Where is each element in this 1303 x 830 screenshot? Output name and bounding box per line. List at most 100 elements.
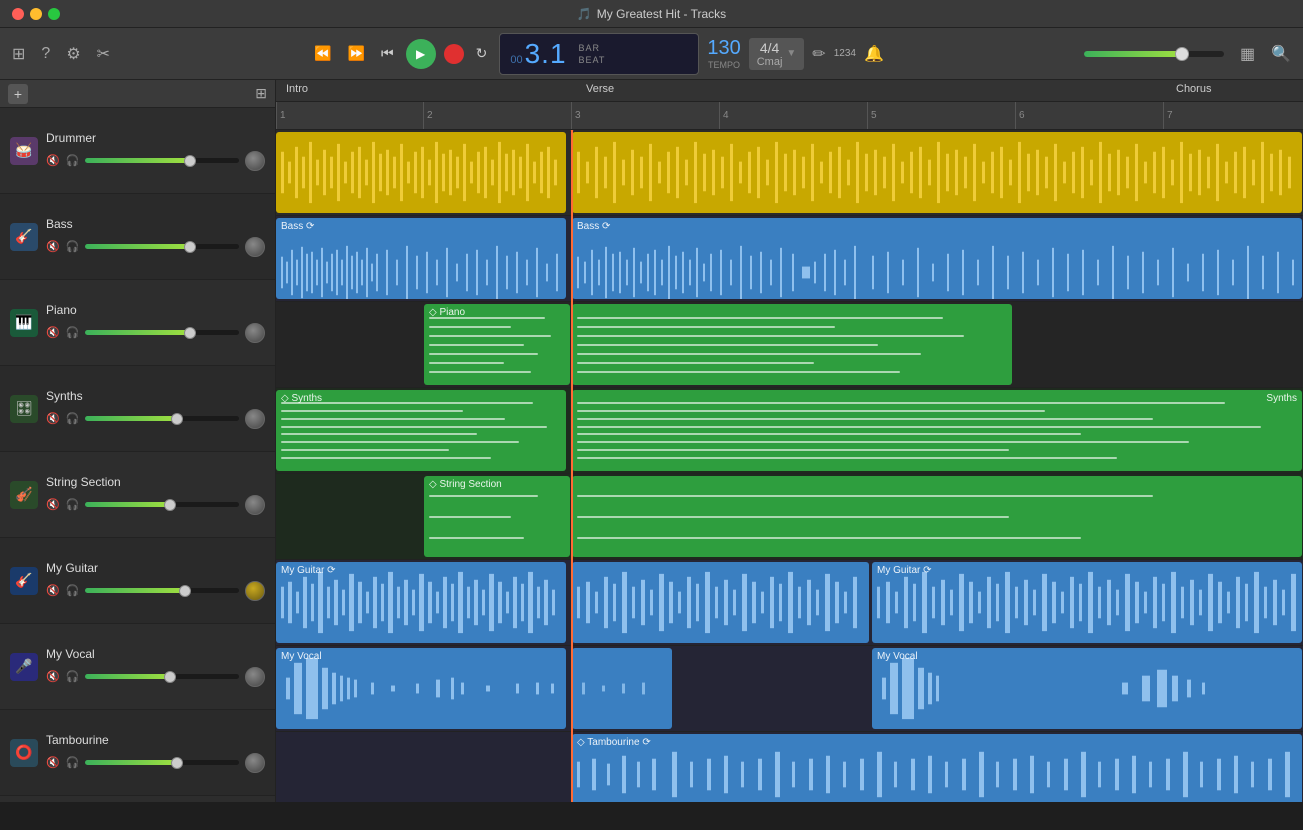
headphone-icon-tambourine[interactable]: 🎧 (66, 756, 80, 769)
transport-controls: ⏪ ⏩ ⏮ ▶ ↻ (310, 39, 491, 69)
clip-my-vocal-3[interactable]: My Vocal (872, 648, 1302, 729)
scissors-icon[interactable]: ✂ (97, 44, 110, 64)
lcd-display[interactable]: 00 3.1 BAR BEAT (499, 33, 699, 75)
track-item-drummer[interactable]: 🥁 Drummer 🔇 🎧 (0, 108, 275, 194)
fader-tambourine[interactable] (85, 760, 239, 765)
clip-tambourine-1[interactable]: ◇ Tambourine ⟳ (572, 734, 1302, 802)
tempo-display[interactable]: 130 TEMPO (707, 37, 740, 70)
fader-thumb-my-guitar[interactable] (179, 585, 191, 597)
fader-string-section[interactable] (85, 502, 239, 507)
track-item-my-guitar[interactable]: 🎸 My Guitar 🔇 🎧 (0, 538, 275, 624)
headphone-icon-drummer[interactable]: 🎧 (66, 154, 80, 167)
pan-knob-synths[interactable] (245, 409, 265, 429)
fast-forward-button[interactable]: ⏩ (344, 43, 369, 64)
search-icon[interactable]: 🔍 (1271, 44, 1291, 64)
clip-my-vocal-2[interactable] (572, 648, 672, 729)
pencil-icon[interactable]: ✏ (812, 44, 825, 64)
fader-my-vocal[interactable] (85, 674, 239, 679)
volume-track[interactable] (1084, 51, 1224, 57)
headphone-icon-bass[interactable]: 🎧 (66, 240, 80, 253)
add-track-button[interactable]: + (8, 84, 28, 104)
pan-knob-piano[interactable] (245, 323, 265, 343)
clip-bass-2[interactable]: Bass ⟳ (572, 218, 1302, 299)
fader-bass[interactable] (85, 244, 239, 249)
pan-knob-tambourine[interactable] (245, 753, 265, 773)
master-volume[interactable] (1084, 51, 1224, 57)
track-item-string-section[interactable]: 🎻 String Section 🔇 🎧 (0, 452, 275, 538)
fader-my-guitar[interactable] (85, 588, 239, 593)
pan-knob-drummer[interactable] (245, 151, 265, 171)
rewind-button[interactable]: ⏪ (310, 43, 335, 64)
fader-synths[interactable] (85, 416, 239, 421)
clip-my-guitar-1[interactable]: My Guitar ⟳ (276, 562, 566, 643)
settings-icon[interactable]: ⚙ (66, 44, 80, 64)
minimize-button[interactable] (30, 8, 42, 20)
clip-my-vocal-1[interactable]: My Vocal (276, 648, 566, 729)
track-name-my-vocal: My Vocal (46, 647, 265, 661)
headphone-icon-my-guitar[interactable]: 🎧 (66, 584, 80, 597)
window-controls[interactable] (12, 8, 60, 20)
display-icon[interactable]: ▦ (1240, 44, 1255, 64)
track-controls-piano: 🔇 🎧 (46, 323, 265, 343)
track-item-tambourine[interactable]: ⭕ Tambourine 🔇 🎧 (0, 710, 275, 796)
maximize-button[interactable] (48, 8, 60, 20)
fader-thumb-piano[interactable] (184, 327, 196, 339)
fader-piano[interactable] (85, 330, 239, 335)
fader-thumb-drummer[interactable] (184, 155, 196, 167)
clip-drummer-2[interactable] (572, 132, 1302, 213)
clip-piano-2[interactable] (572, 304, 1012, 385)
bar-display-leading: 00 (510, 54, 522, 66)
clip-my-guitar-3[interactable]: My Guitar ⟳ (872, 562, 1302, 643)
track-item-bass[interactable]: 🎸 Bass 🔇 🎧 (0, 194, 275, 280)
clip-my-guitar-2[interactable] (572, 562, 869, 643)
close-button[interactable] (12, 8, 24, 20)
mute-icon-my-vocal[interactable]: 🔇 (46, 670, 60, 683)
ruler-mark-7: 7 (1163, 102, 1173, 129)
mute-icon-tambourine[interactable]: 🔇 (46, 756, 60, 769)
play-button[interactable]: ▶ (406, 39, 436, 69)
pan-knob-my-guitar[interactable] (245, 581, 265, 601)
clip-bass-1[interactable]: Bass ⟳ (276, 218, 566, 299)
clip-string-section-1[interactable]: ◇ String Section (424, 476, 570, 557)
clip-string-section-2[interactable] (572, 476, 1302, 557)
headphone-icon-piano[interactable]: 🎧 (66, 326, 80, 339)
pan-knob-string-section[interactable] (245, 495, 265, 515)
cycle-button[interactable]: ↻ (472, 43, 492, 64)
pan-knob-bass[interactable] (245, 237, 265, 257)
to-start-button[interactable]: ⏮ (377, 43, 398, 64)
mute-icon-string-section[interactable]: 🔇 (46, 498, 60, 511)
record-button[interactable] (444, 44, 464, 64)
clip-drummer-1[interactable] (276, 132, 566, 213)
library-icon[interactable]: ⊞ (12, 44, 25, 64)
track-item-piano[interactable]: 🎹 Piano 🔇 🎧 (0, 280, 275, 366)
piano-midi-lines-1 (429, 314, 565, 375)
clip-synths-1[interactable]: ◇ Synths (276, 390, 566, 471)
fader-thumb-tambourine[interactable] (171, 757, 183, 769)
fader-thumb-synths[interactable] (171, 413, 183, 425)
clip-piano-1[interactable]: ◇ Piano (424, 304, 570, 385)
pan-knob-my-vocal[interactable] (245, 667, 265, 687)
collapse-tracks-icon[interactable]: ⊞ (255, 85, 267, 102)
track-item-my-vocal[interactable]: 🎤 My Vocal 🔇 🎧 (0, 624, 275, 710)
mute-icon-bass[interactable]: 🔇 (46, 240, 60, 253)
fader-thumb-my-vocal[interactable] (164, 671, 176, 683)
help-icon[interactable]: ? (41, 45, 50, 63)
fader-thumb-string-section[interactable] (164, 499, 176, 511)
headphone-icon-string-section[interactable]: 🎧 (66, 498, 80, 511)
section-intro: Intro (286, 83, 308, 95)
clip-synths-2[interactable]: Synths (572, 390, 1302, 471)
track-item-synths[interactable]: 🎛 Synths 🔇 🎧 (0, 366, 275, 452)
time-signature-display[interactable]: 4/4 Cmaj ▼ (749, 38, 805, 70)
volume-thumb[interactable] (1175, 47, 1189, 61)
mute-icon-synths[interactable]: 🔇 (46, 412, 60, 425)
mute-icon-my-guitar[interactable]: 🔇 (46, 584, 60, 597)
mute-icon-piano[interactable]: 🔇 (46, 326, 60, 339)
mute-icon-drummer[interactable]: 🔇 (46, 154, 60, 167)
fader-thumb-bass[interactable] (184, 241, 196, 253)
headphone-icon-my-vocal[interactable]: 🎧 (66, 670, 80, 683)
headphone-icon-synths[interactable]: 🎧 (66, 412, 80, 425)
metronome-icon[interactable]: 🔔 (864, 44, 884, 64)
fader-drummer[interactable] (85, 158, 239, 163)
track-list: + ⊞ 🥁 Drummer 🔇 🎧 🎸 (0, 80, 276, 802)
toolbar-right: ▦ 🔍 (1084, 44, 1291, 64)
